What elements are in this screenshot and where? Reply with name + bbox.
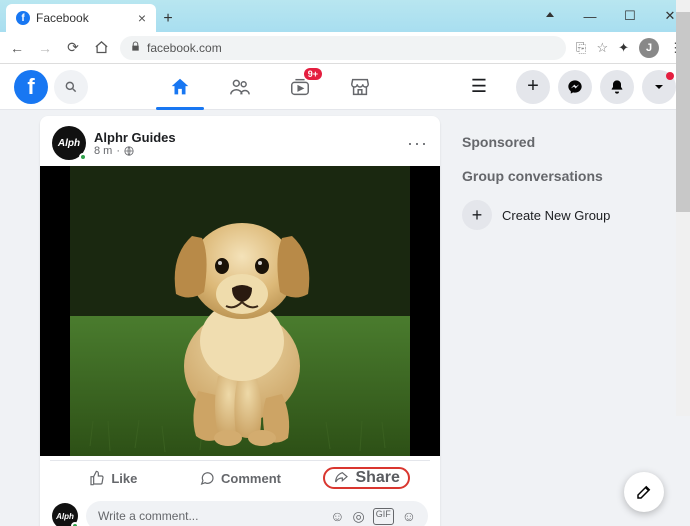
browser-titlebar: f Facebook × + — ☐ ✕	[0, 0, 690, 32]
chevron-down-icon	[651, 79, 667, 95]
compose-icon	[635, 483, 653, 501]
post-media[interactable]	[40, 166, 440, 456]
back-button[interactable]: ←	[8, 39, 26, 57]
notifications-button[interactable]	[600, 70, 634, 104]
post-actions: Like Comment Share	[50, 460, 430, 495]
facebook-logo[interactable]: f	[14, 70, 48, 104]
comment-attach-icons: ☺ ◎ GIF ☺	[330, 508, 416, 525]
like-icon	[89, 470, 105, 486]
extension-icons: ⎘ ☆ ✦ J ⋮	[576, 38, 682, 58]
share-highlight-annotation: Share	[323, 467, 409, 489]
comment-input[interactable]: Write a comment... ☺ ◎ GIF ☺	[86, 501, 428, 526]
tab-marketplace[interactable]	[332, 64, 388, 110]
sticker-icon[interactable]: ☺	[402, 508, 416, 525]
online-indicator	[79, 153, 87, 161]
forward-button[interactable]: →	[36, 39, 54, 57]
share-button[interactable]: Share	[303, 461, 430, 495]
window-minimize-icon[interactable]: —	[570, 0, 610, 32]
browser-profile-avatar[interactable]: J	[639, 38, 659, 58]
center-nav-tabs: 9+	[150, 64, 390, 110]
create-group-button[interactable]: + Create New Group	[462, 196, 678, 234]
notification-dot	[666, 72, 674, 80]
browser-tab[interactable]: f Facebook ×	[6, 4, 156, 32]
close-tab-icon[interactable]: ×	[138, 10, 146, 26]
comment-icon	[199, 470, 215, 486]
search-button[interactable]	[54, 70, 88, 104]
camera-icon[interactable]: ◎	[352, 508, 364, 525]
reload-button[interactable]: ⟳	[64, 39, 82, 57]
comment-placeholder: Write a comment...	[98, 509, 198, 523]
facebook-favicon: f	[16, 11, 30, 25]
url-field[interactable]: facebook.com	[120, 36, 566, 60]
new-message-fab[interactable]	[624, 472, 664, 512]
tab-home[interactable]	[152, 64, 208, 110]
watch-badge: 9+	[304, 68, 322, 80]
puppy-image	[70, 166, 410, 456]
commenter-avatar[interactable]: Alph	[52, 503, 78, 526]
create-button[interactable]: +	[516, 70, 550, 104]
globe-icon	[124, 146, 134, 156]
facebook-header: f 9+ ☰ +	[0, 64, 690, 110]
puzzle-icon[interactable]: ✦	[618, 40, 629, 56]
comment-row: Alph Write a comment... ☺ ◎ GIF ☺	[40, 495, 440, 526]
comment-button[interactable]: Comment	[177, 461, 304, 495]
vertical-scrollbar[interactable]	[676, 0, 690, 416]
url-text: facebook.com	[147, 41, 222, 55]
sponsored-heading: Sponsored	[462, 134, 678, 150]
new-tab-button[interactable]: +	[156, 6, 180, 32]
share-icon	[333, 470, 349, 486]
like-button[interactable]: Like	[50, 461, 177, 495]
browser-address-bar: ← → ⟳ facebook.com ⎘ ☆ ✦ J ⋮	[0, 32, 690, 64]
tab-watch[interactable]: 9+	[272, 64, 328, 110]
friends-icon	[229, 76, 251, 98]
tab-title: Facebook	[36, 11, 132, 25]
right-sidebar: Sponsored Group conversations + Create N…	[450, 110, 690, 526]
avatar-text: Alph	[58, 138, 80, 149]
window-controls: — ☐ ✕	[530, 0, 690, 32]
post-menu-button[interactable]: ···	[407, 133, 428, 154]
account-button[interactable]	[642, 70, 676, 104]
gif-icon[interactable]: GIF	[373, 508, 394, 525]
post-time: 8 m ·	[94, 145, 176, 157]
bell-icon	[609, 79, 625, 95]
star-icon[interactable]: ☆	[596, 40, 608, 56]
messenger-icon	[567, 79, 583, 95]
tab-friends[interactable]	[212, 64, 268, 110]
share-ext-icon[interactable]: ⎘	[576, 40, 586, 56]
scrollbar-thumb[interactable]	[676, 12, 690, 212]
create-group-label: Create New Group	[502, 208, 610, 223]
post-card: Alph Alphr Guides 8 m · ···	[40, 116, 440, 526]
header-right-buttons: +	[516, 70, 676, 104]
post-header: Alph Alphr Guides 8 m · ···	[40, 116, 440, 166]
group-conversations-heading: Group conversations	[462, 168, 678, 184]
emoji-icon[interactable]: ☺	[330, 508, 344, 525]
marketplace-icon	[349, 76, 371, 98]
online-indicator	[71, 522, 79, 526]
author-avatar[interactable]: Alph	[52, 126, 86, 160]
minimize-button[interactable]	[530, 0, 570, 32]
facebook-body: Alph Alphr Guides 8 m · ···	[0, 110, 690, 526]
messenger-button[interactable]	[558, 70, 592, 104]
plus-icon: +	[462, 200, 492, 230]
feed-column: Alph Alphr Guides 8 m · ···	[0, 110, 450, 526]
hamburger-menu[interactable]: ☰	[462, 70, 496, 104]
window-maximize-icon[interactable]: ☐	[610, 0, 650, 32]
lock-icon	[130, 41, 141, 55]
home-icon	[169, 76, 191, 98]
home-button[interactable]	[92, 39, 110, 57]
author-name[interactable]: Alphr Guides	[94, 130, 176, 145]
